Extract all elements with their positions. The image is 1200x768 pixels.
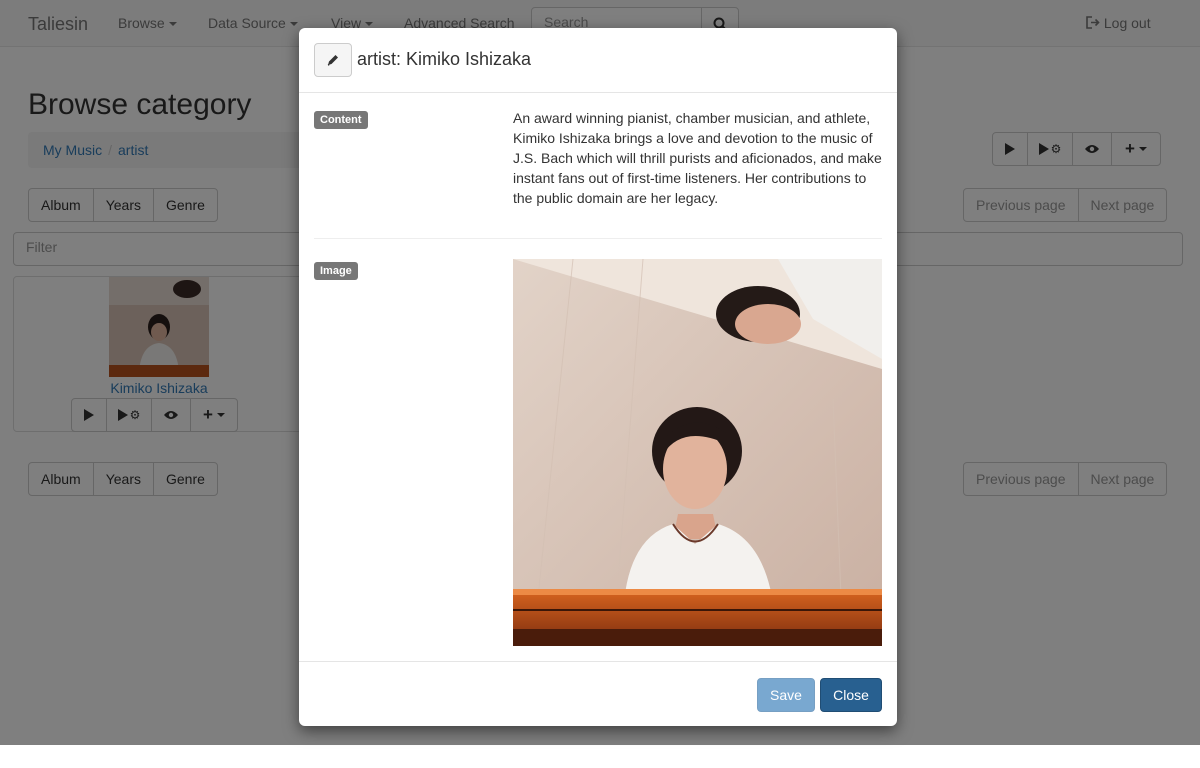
save-button[interactable]: Save xyxy=(757,678,815,712)
artist-description: An award winning pianist, chamber musici… xyxy=(513,110,882,206)
artist-modal: artist: Kimiko Ishizaka Content An award… xyxy=(299,28,897,726)
modal-title: artist: Kimiko Ishizaka xyxy=(357,49,532,69)
pencil-icon xyxy=(327,55,338,66)
modal-header: artist: Kimiko Ishizaka xyxy=(299,28,897,93)
section-divider xyxy=(314,238,882,239)
image-label: Image xyxy=(314,262,358,280)
artist-photo xyxy=(513,259,882,646)
modal-footer: Save Close xyxy=(299,661,897,726)
close-button[interactable]: Close xyxy=(820,678,882,712)
edit-button[interactable] xyxy=(314,43,352,77)
content-label: Content xyxy=(314,111,368,129)
